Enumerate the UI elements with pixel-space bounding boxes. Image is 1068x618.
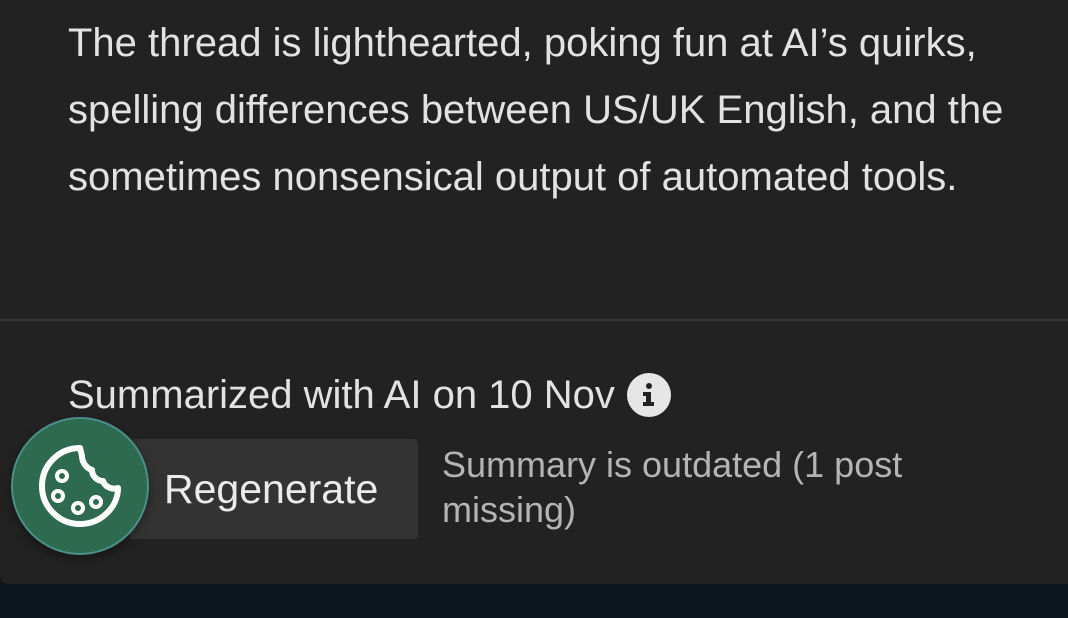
regenerate-label: Regenerate: [164, 466, 379, 512]
cookie-fab-button[interactable]: [11, 417, 149, 555]
summary-panel: The thread is lighthearted, poking fun a…: [0, 0, 1068, 584]
info-glyph: [642, 383, 654, 406]
cookie-icon: [39, 445, 121, 527]
divider: [0, 319, 1068, 321]
summarized-label: Summarized with AI on 10 Nov: [68, 373, 615, 417]
summary-body: The thread is lighthearted, poking fun a…: [68, 21, 1004, 199]
regenerate-button[interactable]: Regenerate: [130, 439, 418, 539]
info-icon[interactable]: [626, 373, 671, 417]
summary-meta: Summarized with AI on 10 Nov: [68, 366, 671, 424]
outdated-notice: Summary is outdated (1 post missing): [442, 444, 903, 530]
